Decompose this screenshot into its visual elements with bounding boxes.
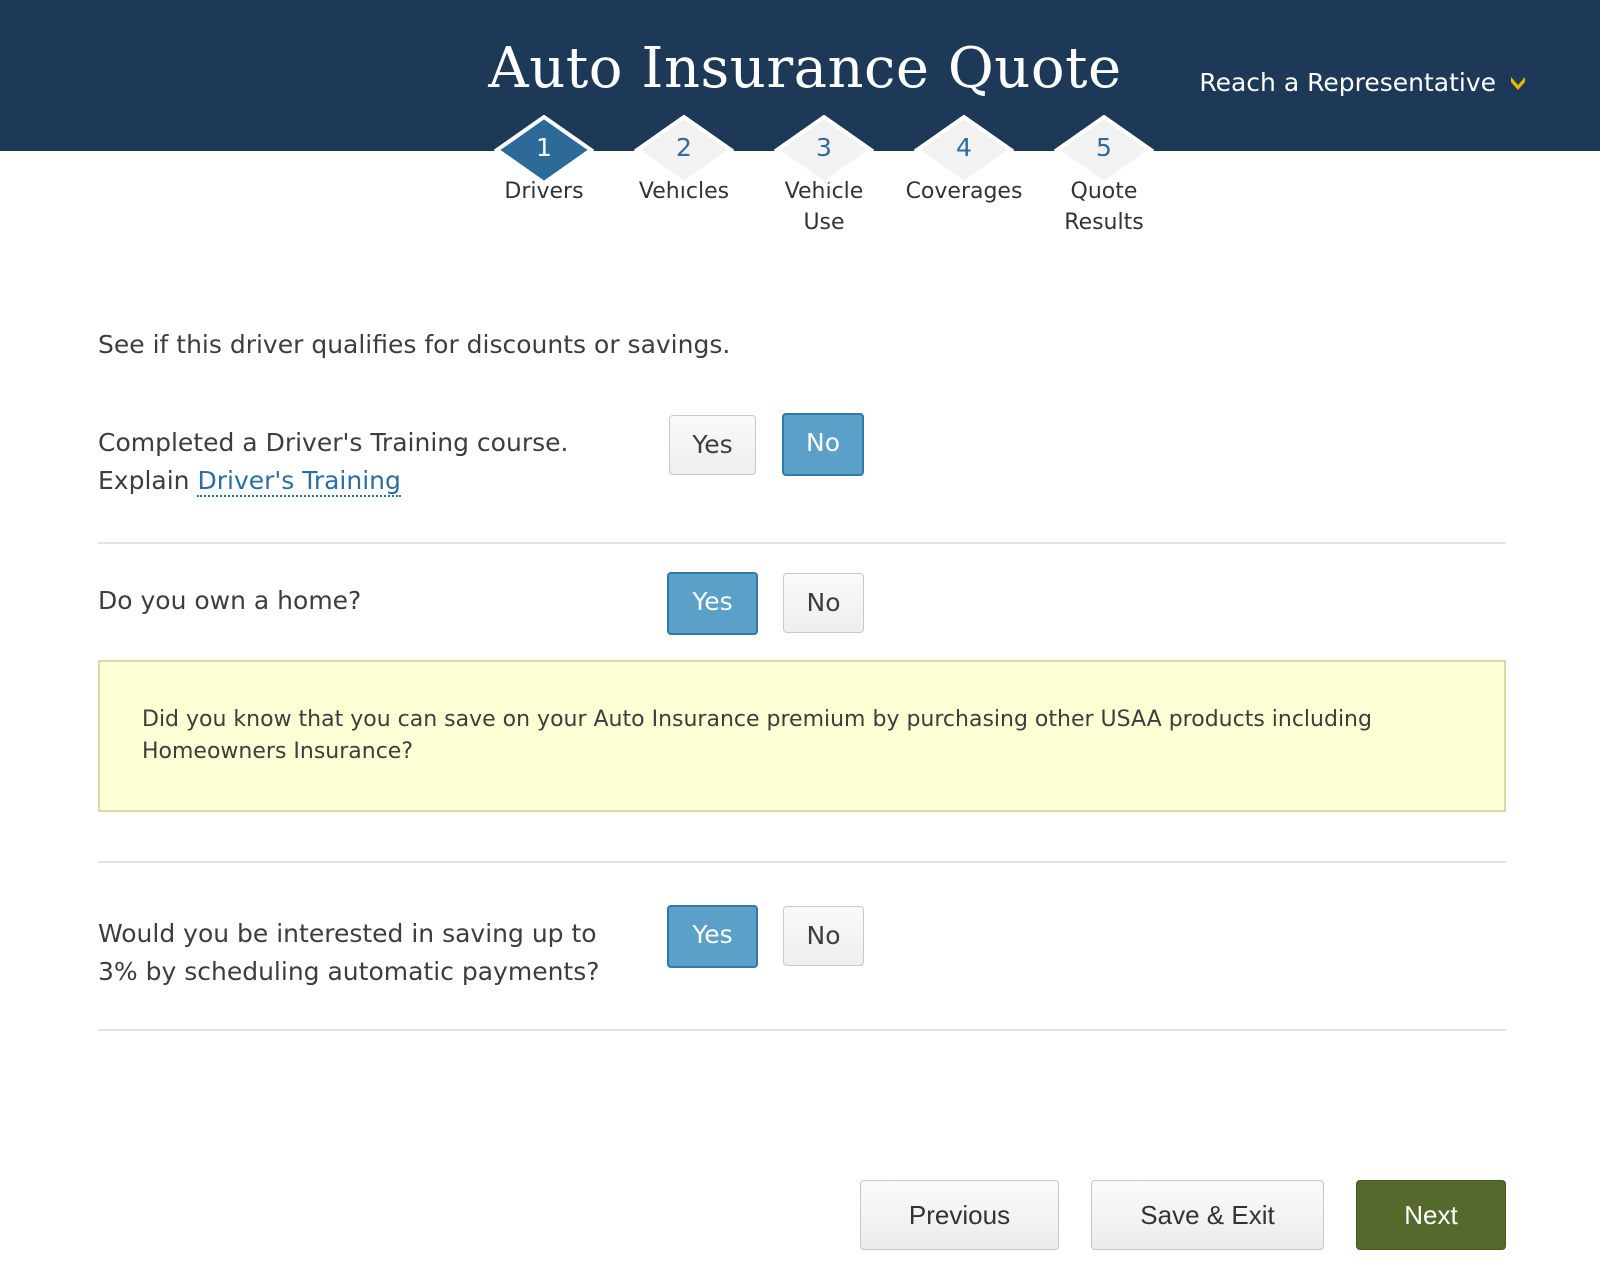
step-3-diamond-icon: 3 xyxy=(774,115,874,185)
explain-row: Explain Driver's Training xyxy=(98,462,568,500)
next-button[interactable]: Next xyxy=(1356,1180,1506,1250)
question-text-line2: 3% by scheduling automatic payments? xyxy=(98,957,600,986)
step-vehicles[interactable]: 2 Vehicles xyxy=(609,115,759,207)
step-number: 3 xyxy=(816,133,832,162)
step-number: 5 xyxy=(1096,133,1112,162)
explain-prefix: Explain xyxy=(98,466,198,495)
info-text-line2: Homeowners Insurance? xyxy=(142,739,414,764)
reach-representative-link[interactable]: Reach a Representative xyxy=(1199,68,1528,97)
info-text-line1: Did you know that you can save on your A… xyxy=(142,707,1372,732)
divider xyxy=(98,861,1506,863)
question-drivers-training: Completed a Driver's Training course. Ex… xyxy=(98,424,568,500)
step-coverages[interactable]: 4 Coverages xyxy=(889,115,1039,207)
step-label-line2: Use xyxy=(803,210,845,235)
step-4-diamond-icon: 4 xyxy=(914,115,1014,185)
step-quote-results[interactable]: 5 Quote Results xyxy=(1029,115,1179,238)
training-yes-button[interactable]: Yes xyxy=(669,415,756,475)
home-no-button[interactable]: No xyxy=(783,573,864,633)
step-label-line2: Results xyxy=(1064,210,1144,235)
autopay-no-button[interactable]: No xyxy=(783,906,864,966)
drivers-training-link[interactable]: Driver's Training xyxy=(197,466,401,497)
save-exit-button[interactable]: Save & Exit xyxy=(1091,1180,1324,1250)
question-text: Completed a Driver's Training course. xyxy=(98,428,569,457)
step-number: 1 xyxy=(536,133,552,162)
previous-button[interactable]: Previous xyxy=(860,1180,1059,1250)
step-2-diamond-icon: 2 xyxy=(634,115,734,185)
reach-representative-label: Reach a Representative xyxy=(1199,68,1496,97)
question-text: Would you be interested in saving up to xyxy=(98,919,597,948)
question-text: Do you own a home? xyxy=(98,586,362,615)
step-number: 4 xyxy=(956,133,972,162)
step-5-diamond-icon: 5 xyxy=(1054,115,1154,185)
info-box: Did you know that you can save on your A… xyxy=(98,660,1506,812)
divider xyxy=(98,542,1506,544)
step-drivers[interactable]: 1 Drivers xyxy=(469,115,619,207)
divider xyxy=(98,1029,1506,1031)
intro-text: See if this driver qualifies for discoun… xyxy=(98,330,731,359)
step-number: 2 xyxy=(676,133,692,162)
home-yes-button[interactable]: Yes xyxy=(667,572,758,635)
question-automatic-payments: Would you be interested in saving up to … xyxy=(98,915,600,991)
step-vehicle-use[interactable]: 3 Vehicle Use xyxy=(749,115,899,238)
autopay-yes-button[interactable]: Yes xyxy=(667,905,758,968)
chevron-down-icon xyxy=(1508,73,1528,93)
question-own-home: Do you own a home? xyxy=(98,582,361,620)
training-no-button[interactable]: No xyxy=(782,413,864,476)
step-1-diamond-icon: 1 xyxy=(494,115,594,185)
